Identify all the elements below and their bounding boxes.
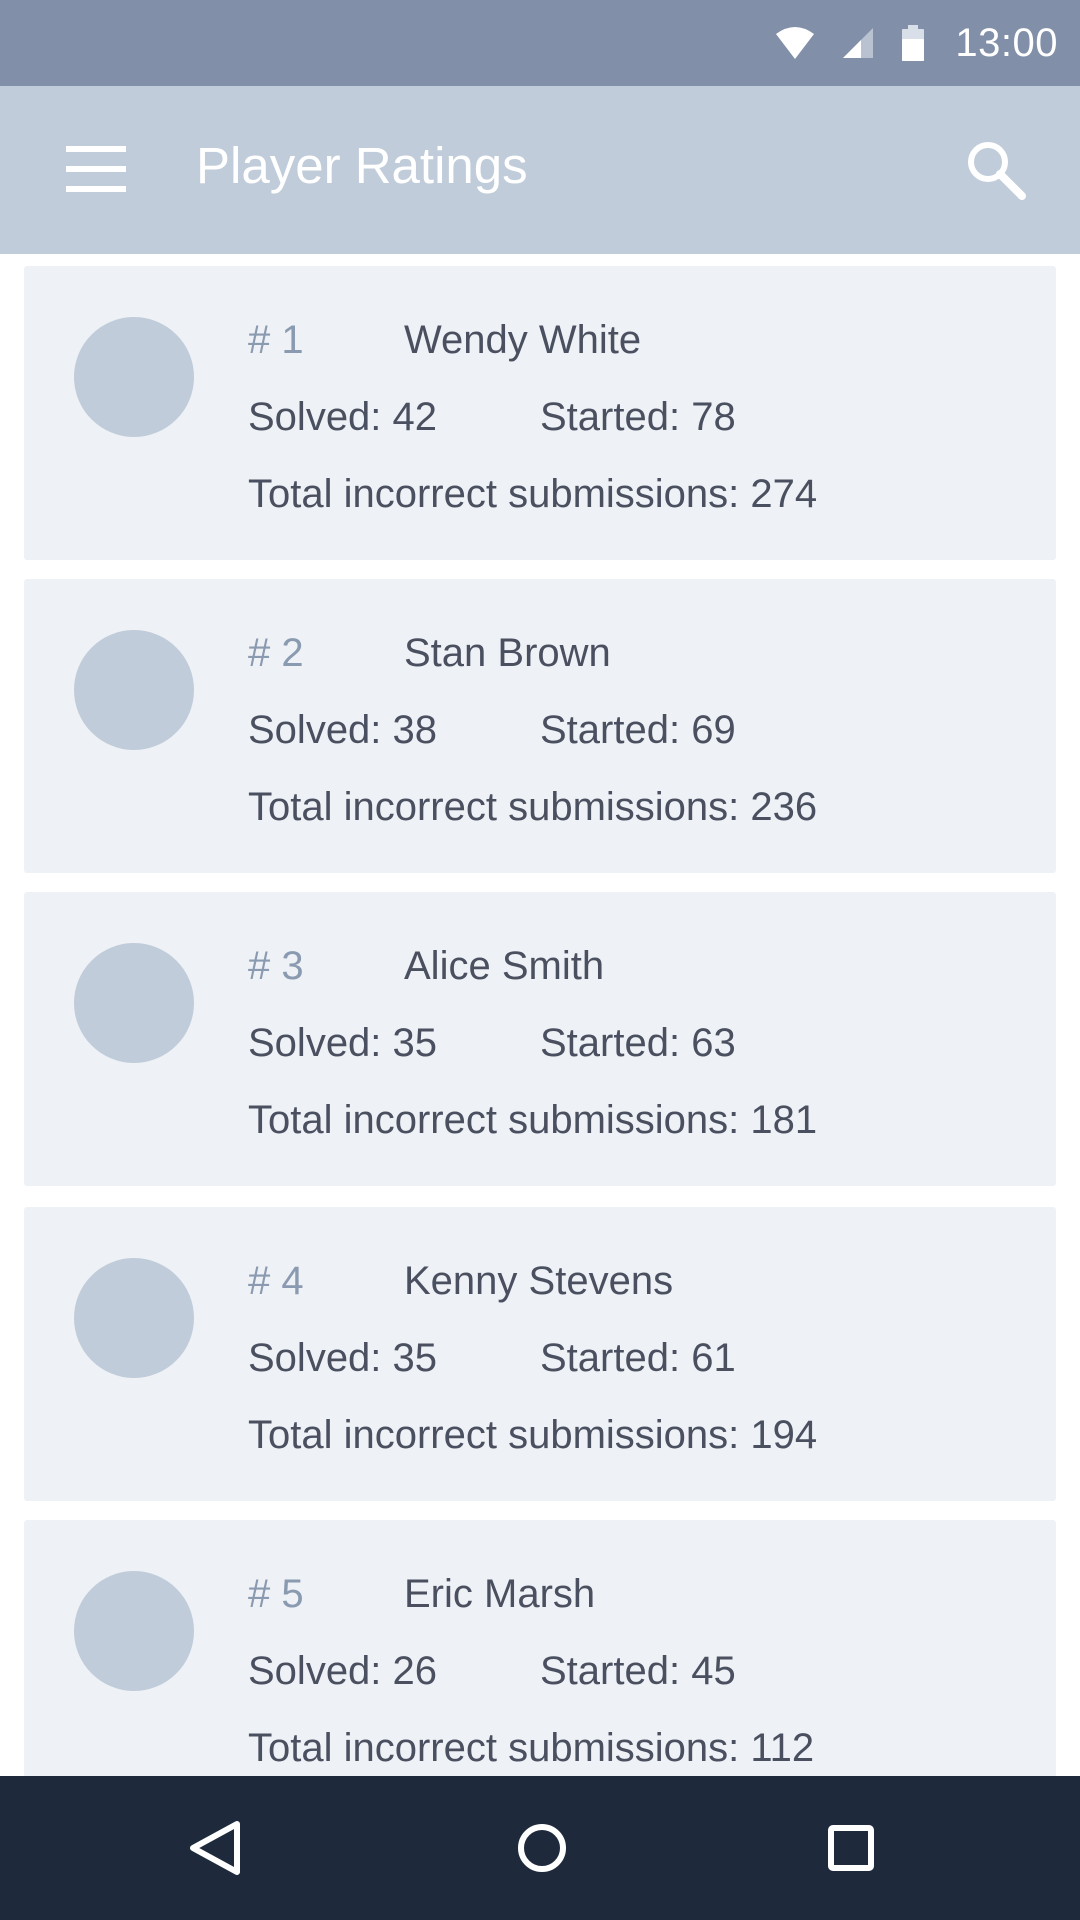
- player-rank: # 3: [248, 944, 304, 988]
- player-card[interactable]: # 3 Alice Smith Solved: 35 Started: 63 T…: [24, 892, 1056, 1186]
- status-time: 13:00: [955, 20, 1058, 65]
- incorrect-submissions: Total incorrect submissions: 236: [248, 785, 818, 829]
- player-rank: # 4: [248, 1259, 304, 1303]
- avatar: [74, 1571, 194, 1691]
- incorrect-submissions: Total incorrect submissions: 274: [248, 472, 818, 516]
- player-rank: # 5: [248, 1572, 304, 1616]
- avatar: [74, 1258, 194, 1378]
- player-list: # 1 Wendy White Solved: 42 Started: 78 T…: [0, 254, 1080, 1776]
- started-count: Started: 61: [540, 1336, 736, 1380]
- incorrect-submissions: Total incorrect submissions: 194: [248, 1413, 818, 1457]
- avatar: [74, 630, 194, 750]
- avatar: [74, 317, 194, 437]
- status-bar: 13:00: [0, 0, 1080, 86]
- solved-count: Solved: 42: [248, 395, 438, 439]
- hamburger-menu-icon[interactable]: [66, 146, 126, 192]
- player-card[interactable]: # 4 Kenny Stevens Solved: 35 Started: 61…: [24, 1207, 1056, 1501]
- recents-icon[interactable]: [811, 1808, 891, 1888]
- avatar: [74, 943, 194, 1063]
- started-count: Started: 69: [540, 708, 736, 752]
- player-name: Kenny Stevens: [404, 1259, 674, 1303]
- incorrect-submissions: Total incorrect submissions: 112: [248, 1726, 815, 1770]
- solved-count: Solved: 35: [248, 1336, 438, 1380]
- solved-count: Solved: 35: [248, 1021, 438, 1065]
- started-count: Started: 63: [540, 1021, 736, 1065]
- app-bar: Player Ratings: [0, 86, 1080, 254]
- back-icon[interactable]: [177, 1808, 257, 1888]
- wifi-icon: [775, 26, 815, 60]
- incorrect-submissions: Total incorrect submissions: 181: [248, 1098, 818, 1142]
- player-name: Alice Smith: [404, 944, 605, 988]
- solved-count: Solved: 38: [248, 708, 438, 752]
- player-rank: # 1: [248, 318, 304, 362]
- battery-icon: [901, 25, 925, 61]
- player-name: Eric Marsh: [404, 1572, 596, 1616]
- player-rank: # 2: [248, 631, 304, 675]
- page-title: Player Ratings: [196, 137, 528, 194]
- home-icon[interactable]: [502, 1808, 582, 1888]
- player-name: Stan Brown: [404, 631, 611, 675]
- solved-count: Solved: 26: [248, 1649, 438, 1693]
- search-icon[interactable]: [962, 136, 1030, 204]
- navigation-bar: [0, 1776, 1080, 1920]
- started-count: Started: 45: [540, 1649, 736, 1693]
- player-card[interactable]: # 5 Eric Marsh Solved: 26 Started: 45 To…: [24, 1520, 1056, 1776]
- started-count: Started: 78: [540, 395, 736, 439]
- player-card[interactable]: # 1 Wendy White Solved: 42 Started: 78 T…: [24, 266, 1056, 560]
- player-name: Wendy White: [404, 318, 642, 362]
- player-card[interactable]: # 2 Stan Brown Solved: 38 Started: 69 To…: [24, 579, 1056, 873]
- signal-icon: [841, 27, 875, 59]
- screen: 13:00 Player Ratings # 1 Wendy White Sol…: [0, 0, 1080, 1920]
